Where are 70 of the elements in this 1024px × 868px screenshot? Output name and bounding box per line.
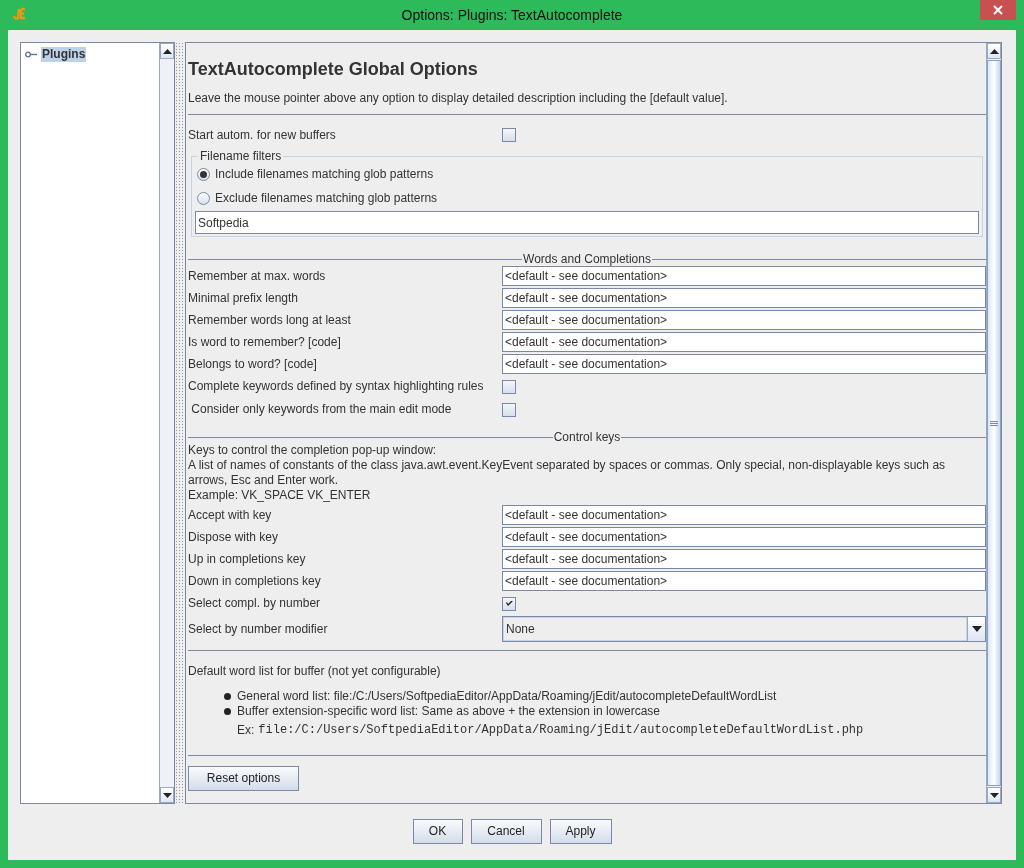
close-icon <box>993 5 1003 16</box>
description-text: Example: VK_SPACE VK_ENTER <box>188 488 372 503</box>
text-field[interactable]: <default - see documentation> <box>502 288 986 308</box>
option-label: Start autom. for new buffers <box>188 127 336 143</box>
radio-button[interactable] <box>197 167 210 181</box>
text-field[interactable]: <default - see documentation> <box>502 266 986 286</box>
intro-text: Leave the mouse pointer above any option to display detailed description including the [default value]. <box>188 91 729 106</box>
reset-options-button[interactable]: Reset options <box>188 766 299 791</box>
section-text: Default word list for buffer (not yet configurable) <box>188 664 442 679</box>
tree-item[interactable]: Plugins <box>41 47 87 62</box>
pattern-field[interactable]: Softpedia <box>195 211 979 234</box>
section-title: Control keys <box>552 431 622 443</box>
radio-button[interactable] <box>197 191 210 205</box>
dropdown-arrow-icon <box>971 626 982 632</box>
bullet-icon <box>224 708 231 715</box>
option-label: Remember words long at least <box>188 312 351 328</box>
grip-icon <box>990 420 998 426</box>
up-triangle-icon <box>162 48 172 54</box>
checkbox[interactable] <box>502 402 516 417</box>
section-title: Words and Completions <box>522 253 652 265</box>
panel-heading: TextAutocomplete Global Options <box>188 58 479 81</box>
scroll-down-button[interactable] <box>160 787 174 803</box>
radio-label[interactable]: Exclude filenames matching glob patterns <box>215 190 438 206</box>
description-text: Keys to control the completion pop-up window: <box>188 443 438 458</box>
description-text: A list of names of constants of the class java.awt.event.KeyEvent separated by spaces or commas. Only special, non-displayable keys such as arrows, Esc and Enter work. <box>188 458 947 488</box>
scroll-up-button[interactable] <box>160 43 174 59</box>
text-field[interactable]: <default - see documentation> <box>502 505 986 525</box>
checkbox[interactable] <box>502 596 516 611</box>
dialog-button[interactable]: OK <box>412 819 463 844</box>
example-label: Ex: <box>237 723 255 738</box>
option-label: Select by number modifier <box>188 621 328 637</box>
option-label: Up in completions key <box>188 551 306 567</box>
tree-node-icon <box>25 51 37 58</box>
option-label: Minimal prefix length <box>188 290 299 306</box>
up-triangle-icon <box>989 48 999 54</box>
dialog-button[interactable]: Apply <box>549 819 612 844</box>
close-button[interactable] <box>980 0 1016 20</box>
checkbox[interactable] <box>502 128 516 142</box>
app-icon <box>11 6 27 22</box>
scroll-down-button[interactable] <box>987 787 1001 803</box>
radio-label[interactable]: Include filenames matching glob patterns <box>215 166 434 182</box>
dialog-button[interactable]: Cancel <box>470 819 542 844</box>
group-title: Filename filters <box>199 150 283 162</box>
down-triangle-icon <box>989 792 999 798</box>
option-label: Accept with key <box>188 507 272 523</box>
option-label: Belongs to word? [code] <box>188 356 317 372</box>
text-field[interactable]: <default - see documentation> <box>502 332 986 352</box>
option-label: Dispose with key <box>188 529 279 545</box>
window-title: Options: Plugins: TextAutocomplete <box>401 6 623 25</box>
text-field[interactable]: <default - see documentation> <box>502 354 986 374</box>
check-icon <box>504 599 514 608</box>
down-triangle-icon <box>162 792 172 798</box>
option-label: Down in completions key <box>188 573 321 589</box>
option-label: Select compl. by number <box>188 596 321 611</box>
option-label: Consider only keywords from the main edit mode <box>190 402 452 417</box>
bullet-icon <box>224 693 231 700</box>
file-path: file:/C:/Users/SoftpediaEditor/AppData/Roaming/jEdit/autocompleteDefaultWordList.php <box>258 723 864 738</box>
text-field[interactable]: <default - see documentation> <box>502 527 986 547</box>
text-field[interactable]: <default - see documentation> <box>502 571 986 591</box>
checkbox[interactable] <box>502 379 516 394</box>
scrollbar[interactable] <box>159 43 174 803</box>
text-field[interactable]: <default - see documentation> <box>502 549 986 569</box>
option-label: Complete keywords defined by syntax highlighting rules <box>188 379 484 394</box>
text-field[interactable]: <default - see documentation> <box>502 310 986 330</box>
scroll-up-button[interactable] <box>987 43 1001 59</box>
bullet-text: General word list: file:/C:/Users/SoftpediaEditor/AppData/Roaming/jEdit/autocompleteDefaultWordList <box>237 689 777 704</box>
dropdown[interactable]: None <box>502 616 986 642</box>
bullet-text: Buffer extension-specific word list: Same as above + the extension in lowercase <box>237 704 661 719</box>
option-label: Is word to remember? [code] <box>188 334 341 350</box>
option-label: Remember at max. words <box>188 268 326 284</box>
